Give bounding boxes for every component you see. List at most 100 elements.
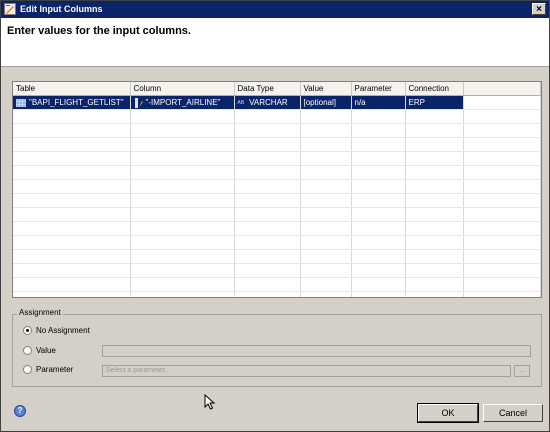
empty-row	[13, 137, 541, 152]
empty-cell	[234, 249, 301, 264]
empty-cell	[405, 165, 464, 180]
radio-button[interactable]	[23, 346, 32, 356]
empty-cell	[130, 263, 235, 278]
assignment-group: Assignment No Assignment Value Parameter…	[12, 308, 542, 387]
column-header-column[interactable]: Column	[130, 82, 235, 96]
table-row[interactable]: "BAPI_FLIGHT_GETLIST" "-IMPORT_AIRLINE" …	[13, 95, 541, 110]
title-bar[interactable]: Edit Input Columns ×	[1, 1, 549, 18]
empty-row	[13, 277, 541, 292]
empty-cell	[405, 291, 464, 297]
value-input[interactable]	[102, 345, 531, 357]
empty-cell	[234, 123, 301, 138]
column-header-parameter[interactable]: Parameter	[351, 82, 406, 96]
empty-cell	[463, 179, 541, 194]
column-header-table[interactable]: Table	[13, 82, 131, 96]
help-icon[interactable]: ?	[14, 405, 26, 417]
dialog-title: Edit Input Columns	[20, 4, 103, 14]
empty-cell	[13, 137, 131, 152]
empty-cell	[463, 277, 541, 292]
empty-cell	[351, 193, 406, 208]
empty-cell	[351, 165, 406, 180]
column-key-icon	[134, 97, 143, 108]
empty-cell	[130, 277, 235, 292]
empty-cell	[405, 263, 464, 278]
radio-button[interactable]	[23, 365, 32, 375]
empty-cell	[300, 165, 352, 180]
empty-cell	[130, 235, 235, 250]
column-header-connection[interactable]: Connection	[405, 82, 464, 96]
column-header-data-type[interactable]: Data Type	[234, 82, 301, 96]
empty-cell	[234, 221, 301, 236]
empty-row	[13, 263, 541, 278]
empty-cell	[351, 109, 406, 124]
empty-cell	[13, 249, 131, 264]
radio-button[interactable]	[23, 326, 32, 336]
empty-cell	[234, 235, 301, 250]
empty-cell	[463, 263, 541, 278]
empty-cell	[13, 179, 131, 194]
cell-parameter[interactable]: n/a	[351, 95, 406, 110]
radio-value[interactable]: Value	[23, 346, 56, 356]
empty-cell	[405, 137, 464, 152]
input-columns-grid[interactable]: Table Column Data Type Value Parameter C…	[12, 81, 542, 298]
empty-cell	[463, 123, 541, 138]
empty-cell	[130, 249, 235, 264]
empty-cell	[463, 291, 541, 297]
empty-row	[13, 291, 541, 297]
empty-cell	[463, 109, 541, 124]
cell-data-type[interactable]: AB VARCHAR	[234, 95, 301, 110]
empty-cell	[351, 263, 406, 278]
ok-button[interactable]: OK	[417, 403, 479, 423]
empty-cell	[351, 151, 406, 166]
empty-cell	[405, 151, 464, 166]
empty-cell	[234, 151, 301, 166]
empty-cell	[234, 137, 301, 152]
cell-column[interactable]: "-IMPORT_AIRLINE"	[130, 95, 235, 110]
close-button[interactable]: ×	[532, 3, 546, 15]
cell-connection[interactable]: ERP	[405, 95, 464, 110]
empty-cell	[13, 235, 131, 250]
empty-cell	[130, 151, 235, 166]
empty-cell	[13, 263, 131, 278]
empty-row	[13, 235, 541, 250]
empty-cell	[405, 179, 464, 194]
empty-cell	[405, 123, 464, 138]
empty-cell	[463, 193, 541, 208]
empty-row	[13, 165, 541, 180]
empty-cell	[405, 109, 464, 124]
empty-row	[13, 151, 541, 166]
empty-cell	[234, 179, 301, 194]
browse-parameter-button[interactable]: ...	[514, 365, 530, 377]
column-header-filler	[463, 82, 541, 96]
cell-value[interactable]: [optional]	[300, 95, 352, 110]
column-header-value[interactable]: Value	[300, 82, 352, 96]
empty-cell	[463, 165, 541, 180]
empty-cell	[130, 123, 235, 138]
empty-cell	[300, 263, 352, 278]
empty-cell	[351, 207, 406, 222]
empty-cell	[130, 109, 235, 124]
cell-table[interactable]: "BAPI_FLIGHT_GETLIST"	[13, 95, 131, 110]
empty-cell	[234, 277, 301, 292]
empty-cell	[300, 109, 352, 124]
empty-cell	[234, 193, 301, 208]
cancel-button[interactable]: Cancel	[483, 404, 543, 422]
radio-parameter[interactable]: Parameter	[23, 365, 73, 375]
empty-cell	[463, 249, 541, 264]
empty-cell	[405, 221, 464, 236]
empty-cell	[300, 249, 352, 264]
edit-input-columns-dialog: Edit Input Columns × Enter values for th…	[0, 0, 550, 432]
empty-cell	[463, 151, 541, 166]
empty-cell	[300, 179, 352, 194]
empty-cell	[13, 123, 131, 138]
empty-cell	[130, 291, 235, 297]
empty-cell	[405, 193, 464, 208]
empty-cell	[13, 291, 131, 297]
empty-cell	[300, 193, 352, 208]
empty-cell	[130, 221, 235, 236]
radio-no-assignment[interactable]: No Assignment	[23, 326, 90, 336]
empty-row	[13, 249, 541, 264]
parameter-select[interactable]: Select a parameter...	[102, 365, 511, 377]
empty-cell	[300, 277, 352, 292]
empty-cell	[351, 235, 406, 250]
